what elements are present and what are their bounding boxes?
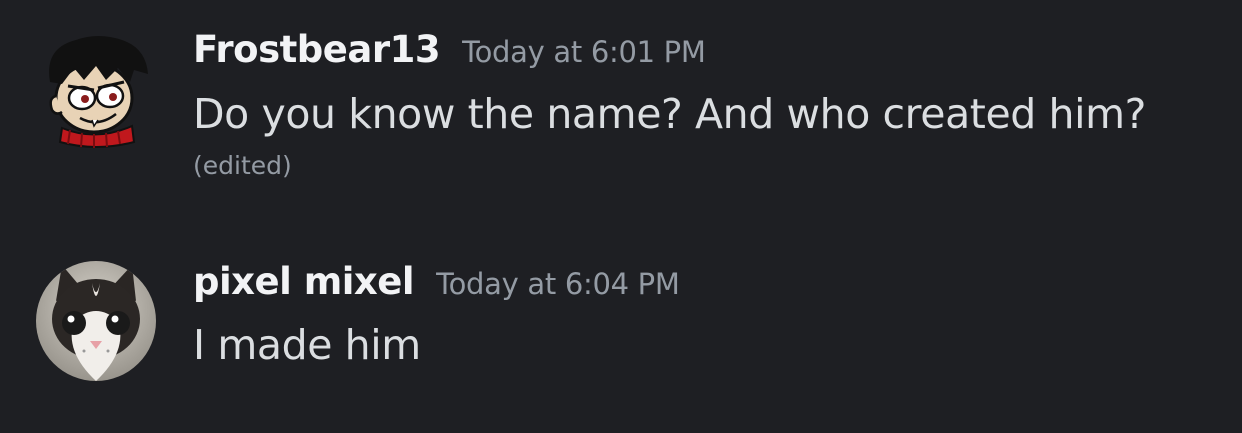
timestamp[interactable]: Today at 6:04 PM: [436, 267, 680, 301]
message-header: Frostbear13 Today at 6:01 PM: [193, 28, 706, 71]
avatar[interactable]: [36, 261, 156, 381]
kitten-photo-avatar-icon: [36, 261, 156, 381]
username[interactable]: pixel mixel: [193, 260, 415, 303]
message-content: I made him: [193, 321, 421, 369]
edited-label[interactable]: (edited): [193, 151, 292, 180]
message-item: pixel mixel Today at 6:04 PM I made him: [0, 225, 1242, 415]
message-content: Do you know the name? And who created hi…: [193, 90, 1147, 138]
avatar[interactable]: [36, 30, 156, 150]
message-header: pixel mixel Today at 6:04 PM: [193, 260, 680, 303]
message-item: Frostbear13 Today at 6:01 PM Do you know …: [0, 0, 1242, 200]
timestamp[interactable]: Today at 6:01 PM: [462, 35, 706, 69]
cartoon-character-avatar-icon: [49, 36, 149, 148]
username[interactable]: Frostbear13: [193, 28, 441, 71]
